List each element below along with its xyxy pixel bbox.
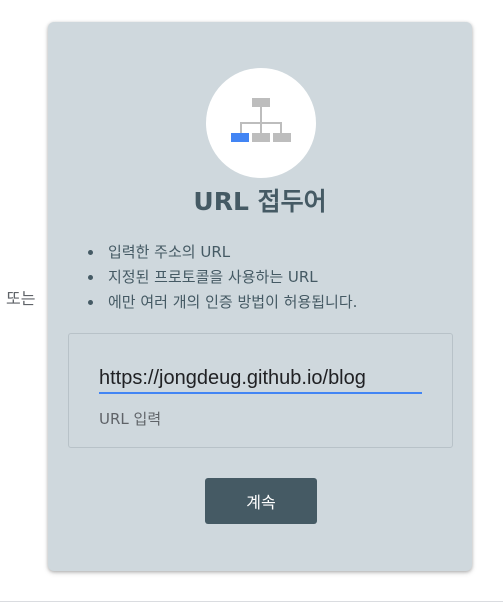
description-list: 입력한 주소의 URL 지정된 프로토콜을 사용하는 URL 에만 여러 개의 … <box>88 240 358 315</box>
list-item: 입력한 주소의 URL <box>88 240 357 265</box>
list-item-text: 에만 여러 개의 인증 방법이 허용됩니다. <box>108 293 358 311</box>
bullet-dot <box>88 275 93 280</box>
or-label: 또는 <box>6 289 36 308</box>
sitemap-icon <box>231 98 291 142</box>
list-item: 에만 여러 개의 인증 방법이 허용됩니다. <box>88 290 358 315</box>
bullet-dot <box>88 300 93 305</box>
url-input-label: URL 입력 <box>99 410 162 428</box>
list-item-text: 지정된 프로토콜을 사용하는 URL <box>108 268 318 286</box>
url-prefix-card[interactable]: URL 접두어 입력한 주소의 URL 지정된 프로토콜을 사용하는 URL 에… <box>48 22 472 571</box>
list-item: 지정된 프로토콜을 사용하는 URL <box>88 265 357 290</box>
bullet-dot <box>88 250 93 255</box>
icon-circle <box>206 68 316 178</box>
continue-button[interactable]: 계속 <box>205 478 317 524</box>
list-item-text: 입력한 주소의 URL <box>108 243 231 261</box>
url-input[interactable] <box>99 364 422 394</box>
card-title: URL 접두어 <box>193 187 327 216</box>
url-input-container: URL 입력 <box>68 333 453 448</box>
divider <box>0 601 503 602</box>
